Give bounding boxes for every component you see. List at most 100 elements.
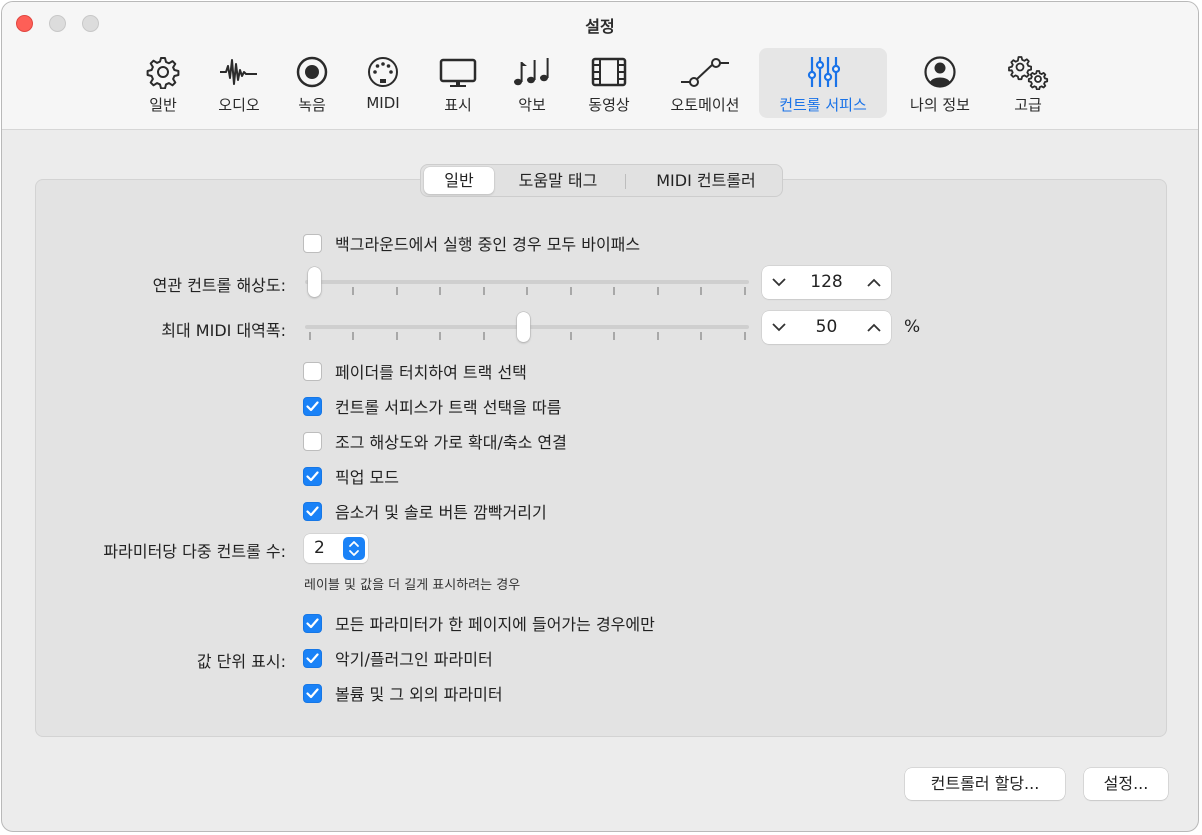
slider-tick	[613, 287, 615, 295]
checkmark-icon	[306, 470, 319, 481]
pickup-mode-option[interactable]: 픽업 모드	[303, 464, 399, 488]
only-if-fit-page-option[interactable]: 모든 파라미터가 한 페이지에 들어가는 경우에만	[303, 611, 655, 635]
longer-labels-note: 레이블 및 값을 더 길게 표시하려는 경우	[304, 578, 521, 593]
tab-midi[interactable]: MIDI	[355, 48, 411, 118]
tab-my-info[interactable]: 나의 정보	[900, 48, 980, 118]
slider-tick	[439, 287, 441, 295]
midi-port-icon	[366, 50, 400, 94]
tab-label: 일반	[149, 96, 177, 114]
subtab-midi-controllers[interactable]: MIDI 컨트롤러	[633, 165, 779, 196]
blink-mute-solo-option[interactable]: 음소거 및 솔로 버튼 깜빡거리기	[303, 499, 547, 523]
tab-label: 컨트롤 서피스	[779, 96, 867, 114]
subtab-control: 일반 도움말 태그 MIDI 컨트롤러	[420, 164, 783, 197]
tab-label: 악보	[518, 96, 546, 114]
increment-button[interactable]	[859, 266, 889, 299]
subtab-general[interactable]: 일반	[424, 167, 494, 194]
toolbar: 설정 일반 오디오 녹음 MIDI 표시 악보 동영상 오토메이션 컨트롤 서피…	[2, 2, 1198, 130]
gear-icon	[146, 50, 180, 94]
slider-tick	[352, 332, 354, 340]
slider-tick	[613, 332, 615, 340]
related-resolution-stepper: 128	[762, 266, 891, 299]
subtab-help-tags[interactable]: 도움말 태그	[499, 165, 617, 196]
link-jog-zoom-checkbox[interactable]	[303, 431, 322, 451]
link-jog-zoom-option[interactable]: 조그 해상도와 가로 확대/축소 연결	[303, 429, 567, 453]
slider-tick	[483, 332, 485, 340]
display-icon	[438, 50, 478, 94]
checkmark-icon	[306, 687, 319, 698]
slider-track	[305, 280, 749, 284]
slider-tick	[700, 332, 702, 340]
follow-track-selection-option[interactable]: 컨트롤 서피스가 트랙 선택을 따름	[303, 394, 561, 418]
slider-tick	[439, 332, 441, 340]
slider-knob[interactable]	[517, 312, 530, 342]
music-notes-icon	[512, 50, 552, 94]
tab-score[interactable]: 악보	[504, 48, 560, 118]
tab-label: 동영상	[588, 96, 630, 114]
multi-controls-popup[interactable]: 2	[304, 534, 368, 563]
tab-label: 오디오	[218, 96, 260, 114]
related-resolution-value[interactable]: 128	[792, 266, 861, 299]
decrement-button[interactable]	[764, 266, 794, 299]
max-midi-bandwidth-label: 최대 MIDI 대역폭:	[161, 321, 286, 340]
slider-tick	[700, 287, 702, 295]
pickup-mode-label: 픽업 모드	[335, 468, 399, 487]
tab-record[interactable]: 녹음	[285, 48, 339, 118]
slider-tick	[657, 332, 659, 340]
only-if-fit-page-label: 모든 파라미터가 한 페이지에 들어가는 경우에만	[335, 615, 655, 634]
max-midi-bandwidth-value[interactable]: 50	[792, 311, 861, 344]
slider-tick	[396, 287, 398, 295]
slider-tick	[570, 287, 572, 295]
blink-mute-solo-label: 음소거 및 솔로 버튼 깜빡거리기	[335, 503, 547, 522]
tab-control-surfaces[interactable]: 컨트롤 서피스	[759, 48, 887, 118]
volume-other-option[interactable]: 볼륨 및 그 외의 파라미터	[303, 681, 503, 705]
tab-label: 오토메이션	[670, 96, 740, 114]
tab-display[interactable]: 표시	[427, 48, 489, 118]
follow-track-selection-checkbox[interactable]	[303, 396, 322, 416]
slider-tick	[657, 287, 659, 295]
bypass-background-checkbox[interactable]	[303, 233, 322, 253]
instrument-plugin-option[interactable]: 악기/플러그인 파라미터	[303, 646, 493, 670]
chevron-down-icon	[772, 278, 786, 287]
volume-other-checkbox[interactable]	[303, 683, 322, 703]
slider-tick	[744, 332, 746, 340]
fader-touch-select-label: 페이더를 터치하여 트랙 선택	[335, 363, 527, 382]
fader-touch-select-checkbox[interactable]	[303, 361, 322, 381]
max-midi-bandwidth-slider[interactable]	[305, 312, 749, 342]
follow-track-selection-label: 컨트롤 서피스가 트랙 선택을 따름	[335, 398, 562, 417]
checkmark-icon	[306, 400, 319, 411]
related-resolution-slider[interactable]	[305, 267, 749, 297]
controller-assign-button[interactable]: 컨트롤러 할당...	[905, 768, 1065, 800]
fader-touch-select-option[interactable]: 페이더를 터치하여 트랙 선택	[303, 359, 527, 383]
bypass-background-label: 백그라운드에서 실행 중인 경우 모두 바이패스	[335, 235, 641, 254]
max-midi-bandwidth-stepper: 50	[762, 311, 891, 344]
chevron-up-icon	[867, 323, 881, 332]
value-units-label: 값 단위 표시:	[196, 652, 286, 671]
record-icon	[295, 50, 329, 94]
only-if-fit-page-checkbox[interactable]	[303, 613, 322, 633]
tab-label: 고급	[1014, 96, 1042, 114]
setup-button[interactable]: 설정...	[1084, 768, 1168, 800]
multi-controls-value: 2	[314, 538, 325, 558]
instrument-plugin-checkbox[interactable]	[303, 648, 322, 668]
volume-other-label: 볼륨 및 그 외의 파라미터	[335, 685, 503, 704]
tab-audio[interactable]: 오디오	[208, 48, 270, 118]
blink-mute-solo-checkbox[interactable]	[303, 501, 322, 521]
settings-window: 설정 일반 오디오 녹음 MIDI 표시 악보 동영상 오토메이션 컨트롤 서피…	[1, 1, 1199, 832]
related-resolution-label: 연관 컨트롤 해상도:	[152, 276, 286, 295]
bypass-background-option[interactable]: 백그라운드에서 실행 중인 경우 모두 바이패스	[303, 231, 640, 255]
gears-icon	[1005, 50, 1051, 94]
tab-label: 표시	[444, 96, 472, 114]
person-icon	[923, 50, 957, 94]
window-title: 설정	[585, 17, 615, 36]
slider-tick	[483, 287, 485, 295]
tab-automation[interactable]: 오토메이션	[658, 48, 752, 118]
tab-movie[interactable]: 동영상	[576, 48, 642, 118]
pickup-mode-checkbox[interactable]	[303, 466, 322, 486]
tab-general[interactable]: 일반	[132, 48, 194, 118]
tab-label: MIDI	[366, 94, 400, 112]
tab-advanced[interactable]: 고급	[998, 48, 1058, 118]
decrement-button[interactable]	[764, 311, 794, 344]
increment-button[interactable]	[859, 311, 889, 344]
slider-tick	[526, 287, 528, 295]
slider-knob[interactable]	[308, 267, 321, 297]
